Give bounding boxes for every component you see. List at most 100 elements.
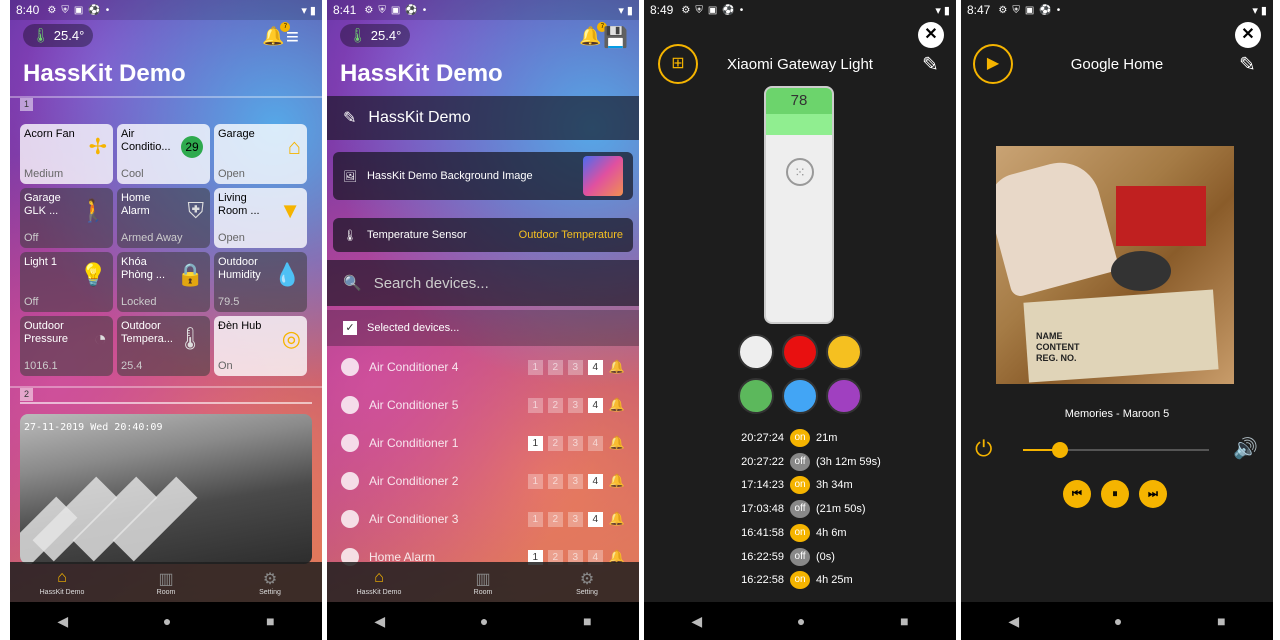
close-button[interactable]: ✕ <box>1235 22 1261 48</box>
group-toggle[interactable]: 2 <box>547 511 563 527</box>
notification-button[interactable]: 🔔 7 <box>262 22 291 47</box>
tab-home[interactable]: ⌂ HassKit Demo <box>22 569 102 596</box>
group-toggle[interactable]: 4 <box>587 435 603 451</box>
recents-icon[interactable]: ■ <box>583 613 591 629</box>
recents-icon[interactable]: ■ <box>1217 613 1225 629</box>
back-icon[interactable]: ◀ <box>57 613 68 630</box>
title-edit-row[interactable]: ✎ HassKit Demo <box>327 96 639 140</box>
group-toggle[interactable]: 2 <box>547 359 563 375</box>
color-swatch[interactable] <box>826 378 862 414</box>
device-tile[interactable]: Garage GLK ... Off 🚶 <box>20 188 113 248</box>
device-tile[interactable]: Khóa Phòng ... Locked 🔒 <box>117 252 210 312</box>
screen-settings: 8:41 ⚙ ⛨ ▣ ⚽ • ▾ ▮ 🌡 25.4° 🔔 7 💾 HassKit Demo … <box>327 0 639 640</box>
device-icon <box>341 358 359 376</box>
device-row[interactable]: Air Conditioner 1 1 2 3 4 🔔 <box>327 424 639 462</box>
group-toggle[interactable]: 3 <box>567 359 583 375</box>
back-icon[interactable]: ◀ <box>1008 613 1019 630</box>
power-icon[interactable]: ⏻ <box>975 436 992 462</box>
volume-slider[interactable] <box>1023 442 1209 458</box>
camera-feed[interactable]: 27-11-2019 Wed 20:40:09 <box>20 414 312 564</box>
device-row[interactable]: Air Conditioner 4 1 2 3 4 🔔 <box>327 348 639 386</box>
device-name: Air Conditioner 3 <box>369 512 459 526</box>
group-toggle[interactable]: 4 <box>587 397 603 413</box>
walk-icon: 🚶 <box>79 198 107 223</box>
brightness-slider[interactable]: 78 ⁙ <box>764 86 834 324</box>
device-tile[interactable]: Light 1 Off 💡 <box>20 252 113 312</box>
group-toggle[interactable]: 1 <box>527 397 543 413</box>
device-name: Air Conditioner 5 <box>369 398 459 412</box>
group-toggle[interactable]: 2 <box>547 397 563 413</box>
home-nav-icon[interactable]: ● <box>480 613 488 629</box>
recents-icon[interactable]: ■ <box>900 613 908 629</box>
tab-home[interactable]: ⌂ HassKit Demo <box>339 569 419 596</box>
color-swatch[interactable] <box>826 334 862 370</box>
notification-button[interactable]: 🔔 7 <box>579 22 608 47</box>
edit-icon[interactable]: ✎ <box>1239 52 1256 77</box>
device-tile[interactable]: Outdoor Humidity 79.5 💧 <box>214 252 307 312</box>
group-toggle[interactable]: 1 <box>527 511 543 527</box>
device-tile[interactable]: Đèn Hub On ◎ <box>214 316 307 376</box>
device-tile[interactable]: Garage Open ⌂ <box>214 124 307 184</box>
color-swatch[interactable] <box>782 334 818 370</box>
background-thumbnail <box>583 156 623 196</box>
home-nav-icon[interactable]: ● <box>1114 613 1122 629</box>
image-icon: 🖼 <box>343 170 357 183</box>
tab-setting[interactable]: ⚙ Setting <box>547 569 627 596</box>
background-image-row[interactable]: 🖼 HassKit Demo Background Image <box>333 152 633 200</box>
bell-icon[interactable]: 🔔 <box>609 359 625 375</box>
search-input[interactable]: 🔍 Search devices... <box>327 260 639 306</box>
group-toggle[interactable]: 3 <box>567 473 583 489</box>
color-swatch[interactable] <box>782 378 818 414</box>
bell-icon[interactable]: 🔔 <box>609 473 625 489</box>
group-toggle[interactable]: 1 <box>527 473 543 489</box>
device-tile[interactable]: Home Alarm Armed Away ⛨ <box>117 188 210 248</box>
group-toggle[interactable]: 3 <box>567 435 583 451</box>
bell-icon[interactable]: 🔔 <box>609 435 625 451</box>
selected-devices-row[interactable]: ✓ Selected devices... <box>327 310 639 346</box>
history-entry: 16:41:58 on 4h 6m <box>740 523 847 543</box>
bell-icon[interactable]: 🔔 <box>609 397 625 413</box>
device-row[interactable]: Air Conditioner 3 1 2 3 4 🔔 <box>327 500 639 538</box>
group-toggle[interactable]: 2 <box>547 473 563 489</box>
color-swatch[interactable] <box>738 334 774 370</box>
home-nav-icon[interactable]: ● <box>163 613 171 629</box>
group-toggle[interactable]: 2 <box>547 435 563 451</box>
image-status-icon: ▣ <box>73 4 84 16</box>
back-icon[interactable]: ◀ <box>374 613 385 630</box>
group-toggle[interactable]: 1 <box>527 359 543 375</box>
next-button[interactable]: ⏭ <box>1139 480 1167 508</box>
group-toggle[interactable]: 4 <box>587 511 603 527</box>
group-toggle[interactable]: 1 <box>527 435 543 451</box>
color-swatch[interactable] <box>738 378 774 414</box>
edit-icon[interactable]: ✎ <box>922 52 939 77</box>
tab-room[interactable]: ▥ Room <box>443 569 523 596</box>
device-row[interactable]: Air Conditioner 5 1 2 3 4 🔔 <box>327 386 639 424</box>
ball-status-icon: ⚽ <box>88 4 101 16</box>
tab-setting[interactable]: ⚙ Setting <box>230 569 310 596</box>
group-toggle[interactable]: 3 <box>567 511 583 527</box>
bulb-handle-icon[interactable]: ⁙ <box>786 158 814 186</box>
device-tile[interactable]: Outdoor Pressure 1016.1 ◔ <box>20 316 113 376</box>
volume-icon[interactable]: 🔊 <box>1233 436 1258 461</box>
home-nav-icon[interactable]: ● <box>797 613 805 629</box>
menu-icon[interactable]: ≡ <box>286 24 299 50</box>
group-toggle[interactable]: 3 <box>567 397 583 413</box>
group-toggle[interactable]: 4 <box>587 473 603 489</box>
pause-button[interactable]: ⏸ <box>1101 480 1129 508</box>
previous-button[interactable]: ⏮ <box>1063 480 1091 508</box>
device-tile[interactable]: Air Conditio... Cool 29 <box>117 124 210 184</box>
recents-icon[interactable]: ■ <box>266 613 274 629</box>
close-button[interactable]: ✕ <box>918 22 944 48</box>
tab-room[interactable]: ▥ Room <box>126 569 206 596</box>
save-icon[interactable]: 💾 <box>603 25 628 50</box>
bell-icon[interactable]: 🔔 <box>609 511 625 527</box>
group-toggle[interactable]: 4 <box>587 359 603 375</box>
temperature-sensor-row[interactable]: 🌡 Temperature Sensor Outdoor Temperature <box>333 218 633 252</box>
back-icon[interactable]: ◀ <box>691 613 702 630</box>
device-tile[interactable]: Outdoor Tempera... 25.4 🌡 <box>117 316 210 376</box>
device-tile[interactable]: Acorn Fan Medium ✢ <box>20 124 113 184</box>
device-row[interactable]: Air Conditioner 2 1 2 3 4 🔔 <box>327 462 639 500</box>
thermometer-icon: 🌡 <box>349 27 367 43</box>
checkbox-icon[interactable]: ✓ <box>343 321 357 335</box>
device-tile[interactable]: Living Room ... Open ▼ <box>214 188 307 248</box>
